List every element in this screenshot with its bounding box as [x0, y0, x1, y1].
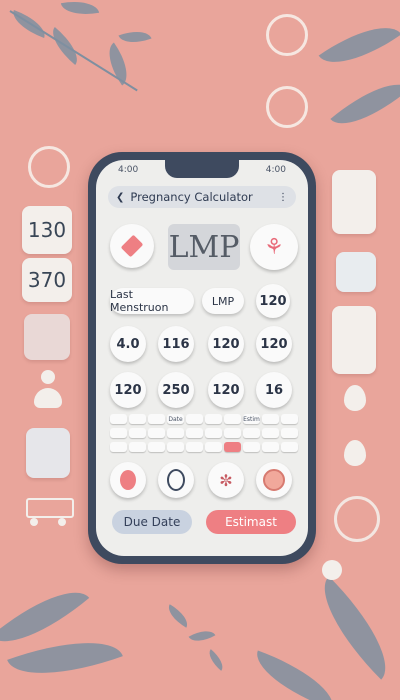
keypad-key[interactable] — [281, 414, 298, 424]
app-title-bar: ❮ Pregnancy Calculator ⋮ — [108, 186, 296, 208]
uterus-button[interactable]: ⚘ — [250, 224, 298, 270]
value-button[interactable]: 16 — [256, 372, 292, 408]
value-button[interactable]: 116 — [158, 326, 194, 362]
pill-pack-card — [26, 428, 70, 478]
keypad-key[interactable] — [186, 442, 203, 452]
blood-drop-button[interactable] — [110, 224, 154, 268]
checklist-card — [332, 306, 376, 374]
keypad-key[interactable] — [129, 414, 146, 424]
keypad-key[interactable] — [148, 414, 165, 424]
status-time-right: 4:00 — [265, 165, 286, 175]
value-button[interactable]: 120 — [256, 284, 290, 318]
pill-pack-card — [24, 314, 70, 360]
due-date-button[interactable]: Due Date — [112, 510, 192, 534]
keypad-key[interactable] — [167, 428, 184, 438]
lmp-chip[interactable]: LMP — [202, 288, 244, 314]
keypad-key[interactable] — [110, 442, 127, 452]
background-scene: 130 370 4:00 4:00 ❮ Pregnancy Calculator… — [0, 0, 400, 700]
phone-screen: 4:00 4:00 ❮ Pregnancy Calculator ⋮ LMP ⚘… — [96, 160, 308, 556]
uterus-icon: ⚘ — [264, 234, 284, 260]
phone-notch — [165, 160, 239, 178]
head-profile-button[interactable] — [158, 462, 194, 498]
keypad-key[interactable] — [243, 442, 260, 452]
head-profile-icon — [167, 469, 185, 491]
keypad-key[interactable] — [205, 442, 222, 452]
keypad-key[interactable] — [262, 428, 279, 438]
keypad-key[interactable] — [243, 428, 260, 438]
estimate-button[interactable]: Estimast — [206, 510, 296, 534]
calendar-card: 130 — [22, 206, 72, 254]
keypad-key[interactable] — [148, 428, 165, 438]
calendar-grid-card — [336, 252, 376, 292]
keypad-key[interactable] — [281, 442, 298, 452]
fetus-button[interactable] — [110, 462, 146, 498]
notepad-card — [332, 170, 376, 234]
dot-decoration — [322, 560, 342, 580]
keypad-key[interactable] — [186, 428, 203, 438]
drop-icon — [344, 385, 366, 411]
keypad-key[interactable] — [129, 442, 146, 452]
more-icon[interactable]: ⋮ — [278, 192, 288, 203]
baby-icon: ✼ — [219, 470, 233, 490]
value-button[interactable]: 4.0 — [110, 326, 146, 362]
keypad-key[interactable] — [224, 428, 241, 438]
fetus-icon — [120, 470, 136, 490]
person-icon — [30, 370, 66, 410]
value-button[interactable]: 120 — [208, 326, 244, 362]
embryo-icon — [263, 469, 285, 491]
phone-frame: 4:00 4:00 ❮ Pregnancy Calculator ⋮ LMP ⚘… — [88, 152, 316, 564]
calendar-card-value: 370 — [27, 268, 67, 292]
keypad-key[interactable] — [148, 442, 165, 452]
calendar-card: 370 — [22, 258, 72, 302]
wheel-icon — [266, 14, 308, 56]
wheel-icon — [266, 86, 308, 128]
value-button[interactable]: 120 — [208, 372, 244, 408]
keypad-key[interactable]: Date — [167, 414, 184, 424]
keypad-key[interactable] — [186, 414, 203, 424]
wheel-icon — [28, 146, 70, 188]
app-title: Pregnancy Calculator — [130, 190, 253, 204]
calendar-card-value: 130 — [27, 218, 67, 242]
drop-icon — [344, 440, 366, 466]
value-button[interactable]: 120 — [256, 326, 292, 362]
keypad-key[interactable] — [205, 428, 222, 438]
blood-drop-icon — [120, 234, 144, 258]
embryo-button[interactable] — [256, 462, 292, 498]
baby-button[interactable]: ✼ — [208, 462, 244, 498]
keypad-key[interactable] — [281, 428, 298, 438]
keypad-key[interactable] — [262, 414, 279, 424]
keypad-key[interactable] — [205, 414, 222, 424]
keypad-key[interactable] — [224, 442, 241, 452]
keypad-key[interactable] — [167, 442, 184, 452]
value-button[interactable]: 250 — [158, 372, 194, 408]
keypad-key[interactable] — [110, 414, 127, 424]
keypad-key[interactable] — [110, 428, 127, 438]
keypad-key[interactable]: Estim — [243, 414, 260, 424]
value-button[interactable]: 120 — [110, 372, 146, 408]
stroller-icon — [26, 492, 74, 526]
status-time-left: 4:00 — [118, 165, 139, 175]
keypad-key[interactable] — [224, 414, 241, 424]
last-menstruation-field[interactable]: Last Menstruon — [110, 288, 194, 314]
back-icon[interactable]: ❮ — [116, 192, 124, 203]
keypad-key[interactable] — [262, 442, 279, 452]
lmp-display: LMP — [168, 224, 240, 270]
keypad-key[interactable] — [129, 428, 146, 438]
infinity-icon — [334, 496, 380, 542]
